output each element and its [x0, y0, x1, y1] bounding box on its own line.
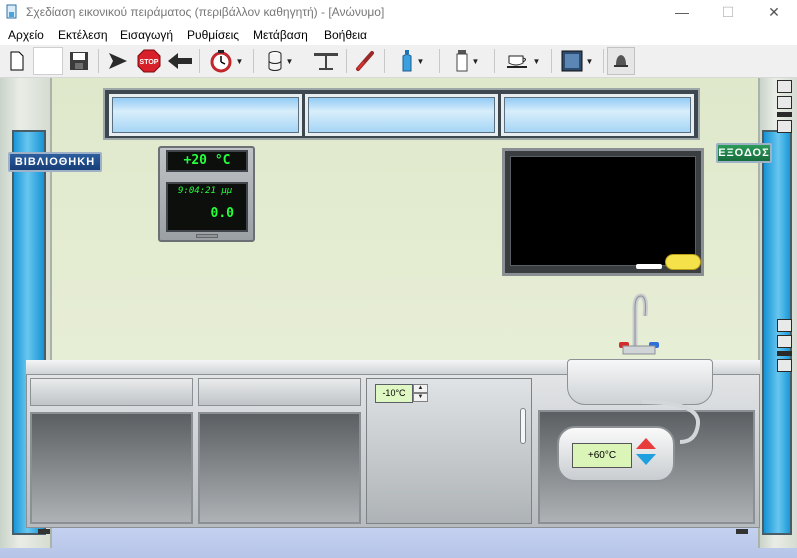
image-icon[interactable]: ▼ — [556, 47, 598, 75]
minimize-strip-icon[interactable] — [777, 351, 792, 356]
tile-icon[interactable] — [777, 96, 792, 109]
stepper-down-button[interactable]: ▼ — [413, 393, 428, 402]
clock-display: 9:04:21 μμ 0.0 — [166, 182, 248, 232]
balance-icon[interactable] — [310, 47, 342, 75]
close-button[interactable]: ✕ — [751, 0, 797, 24]
bell-icon[interactable] — [607, 47, 635, 75]
sponge — [665, 254, 701, 270]
back-arrow-icon[interactable] — [166, 47, 194, 75]
stepper-up-button[interactable]: ▲ — [413, 384, 428, 393]
clock-time: 9:04:21 μμ — [178, 186, 233, 196]
menu-bar: Αρχείο Εκτέλεση Εισαγωγή Ρυθμίσεις Μετάβ… — [0, 25, 797, 45]
side-toolbar-bottom — [776, 319, 793, 375]
save-icon[interactable] — [66, 47, 92, 75]
toolbar: STOP ▼ ▼ ▼ ▼ ▼ ▼ — [0, 45, 797, 78]
menu-run[interactable]: Εκτέλεση — [58, 28, 108, 42]
new-document-icon[interactable] — [4, 47, 30, 75]
thermometer-icon[interactable] — [351, 47, 379, 75]
open-shelf[interactable] — [198, 412, 361, 524]
room-temperature-display: +20 °C — [166, 150, 248, 172]
clock-button[interactable] — [196, 234, 218, 238]
chevron-down-icon[interactable]: ▼ — [586, 57, 594, 66]
cascade-icon[interactable] — [777, 319, 792, 332]
menu-insert[interactable]: Εισαγωγή — [120, 28, 173, 42]
wall-windows — [103, 88, 700, 140]
faucet-icon[interactable] — [617, 292, 665, 362]
app-icon — [6, 4, 17, 19]
exit-sign[interactable]: ΕΞΟΔΟΣ — [716, 143, 772, 163]
flask-icon[interactable]: ▼ — [445, 47, 489, 75]
drawer[interactable] — [198, 378, 361, 406]
svg-text:STOP: STOP — [140, 59, 159, 66]
open-shelf[interactable] — [30, 412, 193, 524]
chalk — [636, 264, 662, 269]
cabinet-foot — [38, 529, 50, 534]
menu-settings[interactable]: Ρυθμίσεις — [187, 28, 239, 42]
menu-file[interactable]: Αρχείο — [8, 28, 44, 42]
chevron-down-icon[interactable]: ▼ — [236, 57, 244, 66]
title-bar: Σχεδίαση εικονικού πειράματος (περιβάλλο… — [0, 0, 797, 24]
timer-icon[interactable]: ▼ — [204, 47, 248, 75]
save-icon[interactable] — [777, 120, 792, 133]
tile-icon[interactable] — [777, 335, 792, 348]
cup-icon[interactable]: ▼ — [500, 47, 546, 75]
window-pane — [109, 94, 302, 136]
beaker-icon[interactable]: ▼ — [258, 47, 302, 75]
chevron-down-icon[interactable]: ▼ — [472, 57, 480, 66]
save-icon[interactable] — [777, 359, 792, 372]
minimize-strip-icon[interactable] — [777, 112, 792, 117]
lab-scene: ΒΙΒΛΙΟΘΗΚΗ ΕΞΟΔΟΣ +20 °C 9:04:21 μμ 0.0 … — [0, 78, 797, 558]
menu-navigate[interactable]: Μετάβαση — [253, 28, 308, 42]
heater-temperature-display: +60°C — [572, 443, 632, 468]
chevron-down-icon[interactable]: ▼ — [533, 57, 541, 66]
fridge-temperature-stepper[interactable]: -10°C ▲ ▼ — [375, 384, 428, 403]
heater-adjust-icon[interactable] — [634, 436, 658, 468]
fridge-temperature-field[interactable]: -10°C — [375, 384, 413, 403]
open-icon[interactable] — [33, 47, 63, 75]
run-icon[interactable] — [104, 47, 132, 75]
window-pane — [305, 94, 498, 136]
cabinet-foot — [736, 529, 748, 534]
chevron-down-icon[interactable]: ▼ — [286, 57, 294, 66]
cascade-icon[interactable] — [777, 80, 792, 93]
window-pane — [501, 94, 694, 136]
clock-value: 0.0 — [210, 206, 234, 221]
stop-icon[interactable]: STOP — [136, 47, 162, 75]
bottle-icon[interactable]: ▼ — [390, 47, 434, 75]
library-sign[interactable]: ΒΙΒΛΙΟΘΗΚΗ — [8, 152, 102, 172]
fridge-handle[interactable] — [520, 408, 526, 444]
maximize-button[interactable]: ☐ — [705, 0, 751, 24]
chevron-down-icon[interactable]: ▼ — [417, 57, 425, 66]
side-toolbar-top — [776, 80, 793, 136]
drawer[interactable] — [30, 378, 193, 406]
window-title: Σχεδίαση εικονικού πειράματος (περιβάλλο… — [26, 5, 385, 19]
menu-help[interactable]: Βοήθεια — [324, 28, 367, 42]
minimize-button[interactable]: — — [659, 0, 705, 24]
